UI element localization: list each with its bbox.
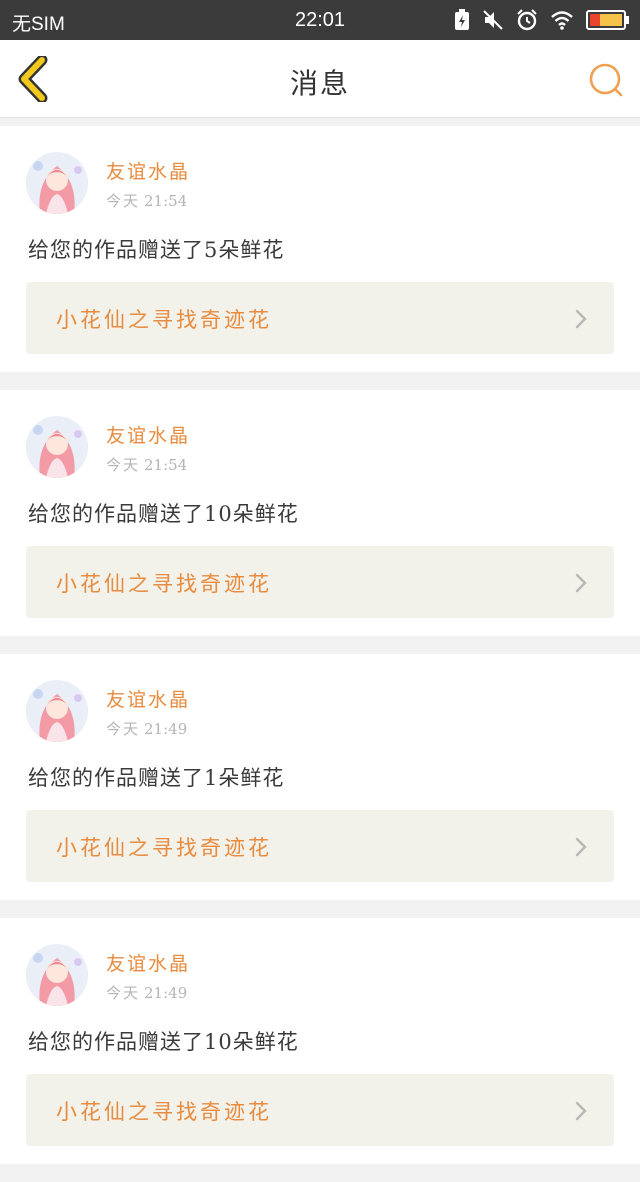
message-day: 今天 xyxy=(106,720,141,738)
avatar[interactable] xyxy=(26,680,88,742)
chevron-right-icon xyxy=(575,1101,587,1121)
message-card: 友谊水晶 今天 21:54 给您的作品赠送了10朵鲜花 小花仙之寻找奇迹花 xyxy=(0,390,640,636)
battery-icon xyxy=(586,10,629,30)
status-bar: 无SIM 22:01 xyxy=(0,0,640,40)
chevron-right-icon xyxy=(575,573,587,593)
message-list: 友谊水晶 今天 21:54 给您的作品赠送了5朵鲜花 小花仙之寻找奇迹花 友谊水晶 xyxy=(0,126,640,1182)
message-day: 今天 xyxy=(106,984,141,1002)
avatar-icon xyxy=(26,152,88,214)
sender-name[interactable]: 友谊水晶 xyxy=(106,685,190,712)
status-icons xyxy=(454,8,630,32)
sender-name[interactable]: 友谊水晶 xyxy=(106,157,190,184)
nav-bar: 消息 xyxy=(0,40,640,118)
sender-name[interactable]: 友谊水晶 xyxy=(106,949,190,976)
battery-saver-icon xyxy=(455,9,469,30)
message-text: 给您的作品赠送了5朵鲜花 xyxy=(28,238,285,262)
message-time: 今天 21:49 xyxy=(106,982,187,1003)
chevron-right-icon xyxy=(575,309,587,329)
message-text: 给您的作品赠送了10朵鲜花 xyxy=(28,502,299,526)
message-day: 今天 xyxy=(106,192,141,210)
message-clock: 21:49 xyxy=(144,984,188,1002)
message-time: 今天 21:54 xyxy=(106,190,187,211)
sender-name[interactable]: 友谊水晶 xyxy=(106,421,190,448)
work-link[interactable]: 小花仙之寻找奇迹花 xyxy=(26,1074,614,1146)
work-title: 小花仙之寻找奇迹花 xyxy=(56,308,272,332)
page-title: 消息 xyxy=(289,67,350,100)
chevron-right-icon xyxy=(575,837,587,857)
search-button[interactable] xyxy=(586,60,626,100)
work-link[interactable]: 小花仙之寻找奇迹花 xyxy=(26,810,614,882)
wifi-icon xyxy=(551,11,573,30)
message-clock: 21:54 xyxy=(144,456,188,474)
message-card: 友谊水晶 今天 21:49 给您的作品赠送了10朵鲜花 小花仙之寻找奇迹花 xyxy=(0,918,640,1164)
avatar-icon xyxy=(26,416,88,478)
work-title: 小花仙之寻找奇迹花 xyxy=(56,572,272,596)
message-card: 友谊水晶 今天 21:54 给您的作品赠送了5朵鲜花 小花仙之寻找奇迹花 xyxy=(0,126,640,372)
work-title: 小花仙之寻找奇迹花 xyxy=(56,1100,272,1124)
message-card: 友谊水晶 今天 21:49 给您的作品赠送了1朵鲜花 小花仙之寻找奇迹花 xyxy=(0,654,640,900)
message-day: 今天 xyxy=(106,456,141,474)
avatar[interactable] xyxy=(26,416,88,478)
message-time: 今天 21:49 xyxy=(106,718,187,739)
avatar-icon xyxy=(26,944,88,1006)
message-text: 给您的作品赠送了1朵鲜花 xyxy=(28,766,285,790)
mute-icon xyxy=(483,10,503,30)
avatar[interactable] xyxy=(26,944,88,1006)
work-link[interactable]: 小花仙之寻找奇迹花 xyxy=(26,282,614,354)
message-time: 今天 21:54 xyxy=(106,454,187,475)
message-clock: 21:49 xyxy=(144,720,188,738)
work-title: 小花仙之寻找奇迹花 xyxy=(56,836,272,860)
search-icon xyxy=(589,63,623,97)
work-link[interactable]: 小花仙之寻找奇迹花 xyxy=(26,546,614,618)
message-text: 给您的作品赠送了10朵鲜花 xyxy=(28,1030,299,1054)
avatar[interactable] xyxy=(26,152,88,214)
alarm-icon xyxy=(517,9,537,31)
message-clock: 21:54 xyxy=(144,192,188,210)
avatar-icon xyxy=(26,680,88,742)
